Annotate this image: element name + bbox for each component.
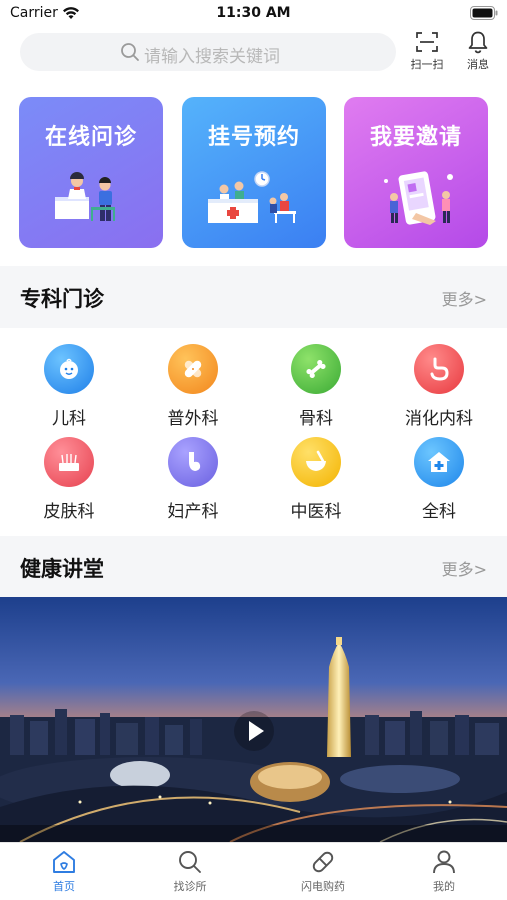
bone-icon — [291, 344, 341, 394]
pill-icon — [312, 851, 334, 873]
dept-label: 普外科 — [167, 409, 219, 429]
user-icon — [433, 850, 455, 874]
scan-icon — [416, 32, 438, 52]
doctor-consult-icon — [55, 172, 115, 221]
bottom-tab-bar: 首页 找诊所 闪电购药 我的 — [0, 842, 507, 900]
invite-phone-icon — [384, 171, 453, 225]
tab-label: 闪电购药 — [301, 880, 345, 893]
health-video-banner[interactable] — [0, 597, 507, 842]
card-online-consult[interactable]: 在线问诊 — [19, 97, 163, 248]
stomach-icon — [414, 344, 464, 394]
bandage-icon — [168, 344, 218, 394]
status-bar: Carrier 11:30 AM — [0, 0, 507, 28]
card-registration[interactable]: 挂号预约 — [182, 97, 326, 248]
section-title: 健康讲堂 — [20, 557, 104, 581]
clinic-house-icon — [414, 437, 464, 487]
tab-mine[interactable]: 我的 — [394, 849, 494, 900]
tab-label: 首页 — [53, 880, 75, 893]
dept-label: 皮肤科 — [43, 502, 95, 522]
scan-label: 扫一扫 — [410, 58, 444, 71]
more-link[interactable]: 更多> — [442, 556, 487, 580]
dept-label: 儿科 — [52, 409, 86, 429]
home-icon — [53, 851, 75, 873]
search-icon — [179, 851, 201, 873]
dept-gynecology[interactable]: 妇产科 — [143, 437, 243, 522]
dept-tcm[interactable]: 中医科 — [266, 437, 366, 522]
card-title: 我要邀请 — [369, 125, 462, 150]
battery-icon — [470, 6, 498, 20]
skin-icon — [44, 437, 94, 487]
more-link[interactable]: 更多> — [442, 286, 487, 310]
dept-label: 中医科 — [290, 502, 342, 522]
dept-dermatology[interactable]: 皮肤科 — [19, 437, 119, 522]
search-placeholder: 请输入搜索关键词 — [144, 47, 280, 67]
card-title: 在线问诊 — [44, 125, 137, 150]
health-section-header: 健康讲堂 更多> — [0, 536, 507, 598]
dept-general-practice[interactable]: 全科 — [389, 437, 489, 522]
play-icon[interactable] — [233, 710, 275, 752]
search-input[interactable]: 请输入搜索关键词 — [20, 33, 396, 71]
baby-face-icon — [44, 344, 94, 394]
registration-desk-icon — [208, 171, 296, 223]
dept-label: 消化内科 — [405, 409, 473, 429]
tab-label: 找诊所 — [173, 880, 207, 893]
message-button[interactable]: 消息 — [456, 30, 500, 76]
tab-home[interactable]: 首页 — [14, 849, 114, 900]
card-invite[interactable]: 我要邀请 — [344, 97, 488, 248]
dept-label: 妇产科 — [167, 502, 219, 522]
bell-icon — [468, 31, 488, 54]
mortar-icon — [291, 437, 341, 487]
tab-label: 我的 — [433, 880, 455, 893]
specialty-section-header: 专科门诊 更多> — [0, 266, 507, 328]
dept-label: 全科 — [422, 502, 456, 522]
scan-button[interactable]: 扫一扫 — [405, 30, 449, 76]
message-label: 消息 — [467, 58, 489, 71]
dept-label: 骨科 — [299, 409, 333, 429]
dept-general-surgery[interactable]: 普外科 — [143, 344, 243, 429]
dept-orthopedics[interactable]: 骨科 — [266, 344, 366, 429]
card-title: 挂号预约 — [207, 125, 300, 150]
dept-gastroenterology[interactable]: 消化内科 — [389, 344, 489, 429]
dept-pediatrics[interactable]: 儿科 — [19, 344, 119, 429]
clock-time: 11:30 AM — [216, 5, 291, 21]
tab-find-clinic[interactable]: 找诊所 — [140, 849, 240, 900]
search-icon — [121, 43, 139, 61]
section-title: 专科门诊 — [20, 287, 104, 311]
uterus-icon — [168, 437, 218, 487]
tab-quick-medicine[interactable]: 闪电购药 — [273, 849, 373, 900]
